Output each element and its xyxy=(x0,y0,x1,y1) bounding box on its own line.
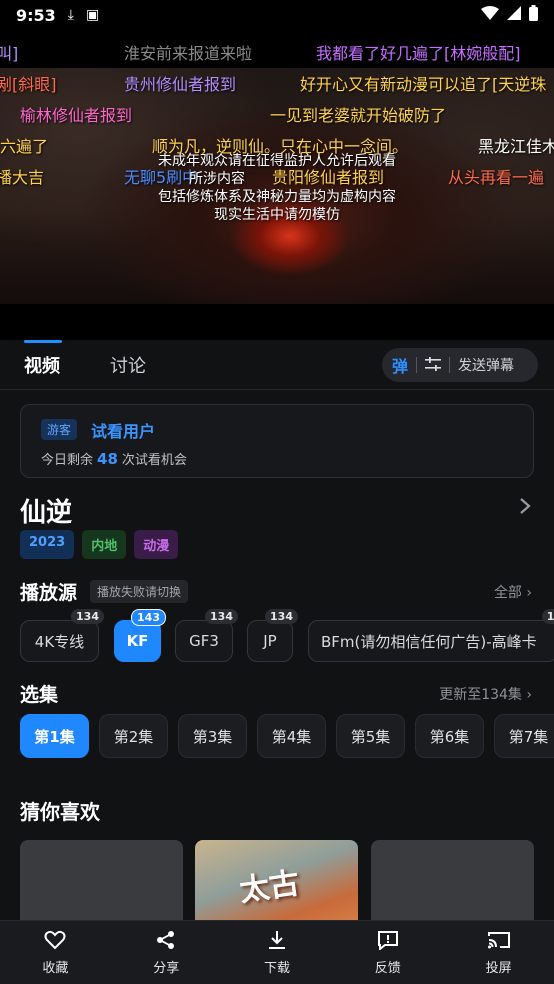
download-icon xyxy=(268,930,286,954)
episode-item[interactable]: 第1集 xyxy=(20,714,89,758)
tag-year: 2023 xyxy=(20,530,75,559)
cast-button[interactable]: 投屏 xyxy=(443,921,554,984)
episode-item[interactable]: 第6集 xyxy=(415,714,484,758)
tab-discuss[interactable]: 讨论 xyxy=(110,352,146,378)
share-button[interactable]: 分享 xyxy=(111,921,222,984)
episode-item[interactable]: 第5集 xyxy=(336,714,405,758)
episodes-title: 选集 xyxy=(20,684,59,706)
episodes-more-link[interactable]: 更新至134集 › xyxy=(439,684,532,704)
episode-item[interactable]: 第4集 xyxy=(257,714,326,758)
trial-count: 48 xyxy=(97,450,118,468)
divider xyxy=(449,357,451,373)
trial-prefix: 今日剩余 xyxy=(41,453,94,468)
download-label: 下载 xyxy=(263,960,290,976)
share-icon xyxy=(156,930,176,954)
episode-list: 第1集 第2集 第3集 第4集 第5集 第6集 第7集 xyxy=(20,714,554,760)
episode-item[interactable]: 第7集 xyxy=(494,714,554,758)
download-button[interactable]: 下载 xyxy=(222,921,333,984)
recommend-title: 猜你喜欢 xyxy=(20,800,100,824)
show-title: 仙逆 xyxy=(20,498,73,528)
source-item[interactable]: BFm(请勿相信任何广告)-高峰卡 13 xyxy=(308,609,554,662)
age-notice-line: 现实生活中请勿模仿 xyxy=(214,207,340,223)
age-notice-line: 所涉内容 xyxy=(189,171,245,187)
source-label: JP xyxy=(263,632,277,650)
tag-genre: 动漫 xyxy=(134,530,179,559)
guest-name: 试看用户 xyxy=(91,422,156,441)
sources-hint: 播放失败请切换 xyxy=(90,580,189,603)
danmaku-comment: 一见到老婆就开始破防了 xyxy=(270,106,447,125)
app-screen: 9:53 ⤓ ▣ 叫] 淮安前来报道来啦 我都看了好几遍了[林婉般配] 剐[斜眼… xyxy=(0,0,554,984)
chevron-right-icon[interactable] xyxy=(518,496,532,522)
source-count-badge: 134 xyxy=(205,609,238,624)
tab-indicator xyxy=(24,340,62,343)
sources-title: 播放源 xyxy=(20,582,78,604)
episode-item[interactable]: 第3集 xyxy=(178,714,247,758)
heart-icon xyxy=(44,930,66,954)
feedback-button[interactable]: 反馈 xyxy=(332,921,443,984)
cast-icon xyxy=(487,930,511,954)
danmaku-comment: 榆林修仙者报到 xyxy=(20,106,133,125)
danmaku-comment: 贵州修仙者报到 xyxy=(124,75,237,94)
age-notice-line: 未成年观众请在征得监护人允许后观看 xyxy=(158,153,396,169)
source-count-badge: 13 xyxy=(541,609,554,624)
feedback-label: 反馈 xyxy=(374,960,401,976)
sliders-icon[interactable] xyxy=(425,356,442,375)
favorite-button[interactable]: 收藏 xyxy=(0,921,111,984)
source-item[interactable]: GF3 134 xyxy=(175,609,238,662)
poster-title: 太古 xyxy=(237,865,302,909)
sources-all-link[interactable]: 全部 › xyxy=(494,582,532,602)
guest-card[interactable]: 游客 试看用户 今日剩余 48 次试看机会 xyxy=(20,404,534,478)
guest-badge: 游客 xyxy=(41,419,78,440)
danmaku-comment: 淮安前来报道来啦 xyxy=(124,44,253,63)
download-status-icon: ⤓ xyxy=(67,7,74,23)
content-tabs: 视频 讨论 弹 发送弹幕 xyxy=(0,340,554,390)
tab-video[interactable]: 视频 xyxy=(24,352,60,378)
episode-item[interactable]: 第2集 xyxy=(99,714,168,758)
divider xyxy=(416,357,418,373)
episodes-more-label: 更新至134集 xyxy=(439,687,522,703)
danmaku-comment: 我都看了好几遍了[林婉般配] xyxy=(316,44,521,63)
age-notice-line: 包括修炼体系及神秘力量均为虚构内容 xyxy=(158,189,396,205)
feedback-icon xyxy=(377,930,399,954)
source-count-badge: 143 xyxy=(131,609,166,626)
source-label: 4K专线 xyxy=(34,632,85,651)
wifi-icon xyxy=(481,6,499,24)
danmaku-toggle-button[interactable]: 弹 xyxy=(392,353,408,377)
trial-suffix: 次试看机会 xyxy=(121,453,187,468)
source-label: KF xyxy=(126,632,149,650)
app-notification-icon: ▣ xyxy=(86,7,100,23)
tag-region: 内地 xyxy=(82,530,127,559)
status-bar: 9:53 ⤓ ▣ xyxy=(0,0,554,30)
battery-icon xyxy=(529,5,538,25)
source-count-badge: 134 xyxy=(71,609,104,624)
source-label: BFm(请勿相信任何广告)-高峰卡 xyxy=(321,632,537,651)
signal-icon xyxy=(507,6,521,24)
source-count-badge: 134 xyxy=(265,609,298,624)
cast-label: 投屏 xyxy=(485,960,512,976)
status-time: 9:53 xyxy=(16,5,56,25)
sources-all-label: 全部 xyxy=(493,585,522,601)
show-tags: 2023 内地 动漫 xyxy=(20,530,179,559)
source-list: 4K专线 134 KF 143 GF3 134 JP 134 BFm(请勿相信任… xyxy=(20,609,554,664)
source-item[interactable]: KF 143 xyxy=(114,609,166,662)
bottom-action-bar: 收藏 分享 下载 反馈 投屏 xyxy=(0,920,554,984)
source-label: GF3 xyxy=(189,632,219,650)
danmaku-comment: 剐[斜眼] xyxy=(0,75,57,94)
video-player[interactable]: 叫] 淮安前来报道来啦 我都看了好几遍了[林婉般配] 剐[斜眼] 贵州修仙者报到… xyxy=(0,30,554,340)
trial-remaining: 今日剩余 48 次试看机会 xyxy=(41,449,187,468)
source-item[interactable]: JP 134 xyxy=(247,609,298,662)
share-label: 分享 xyxy=(153,960,180,976)
danmaku-comment: 叫] xyxy=(0,44,19,63)
source-item[interactable]: 4K专线 134 xyxy=(20,609,104,662)
favorite-label: 收藏 xyxy=(42,960,69,976)
danmaku-comment: 好开心又有新动漫可以追了[天逆珠 xyxy=(300,75,547,94)
send-danmaku-button[interactable]: 发送弹幕 xyxy=(458,355,514,375)
danmaku-bar: 弹 发送弹幕 xyxy=(382,348,538,382)
